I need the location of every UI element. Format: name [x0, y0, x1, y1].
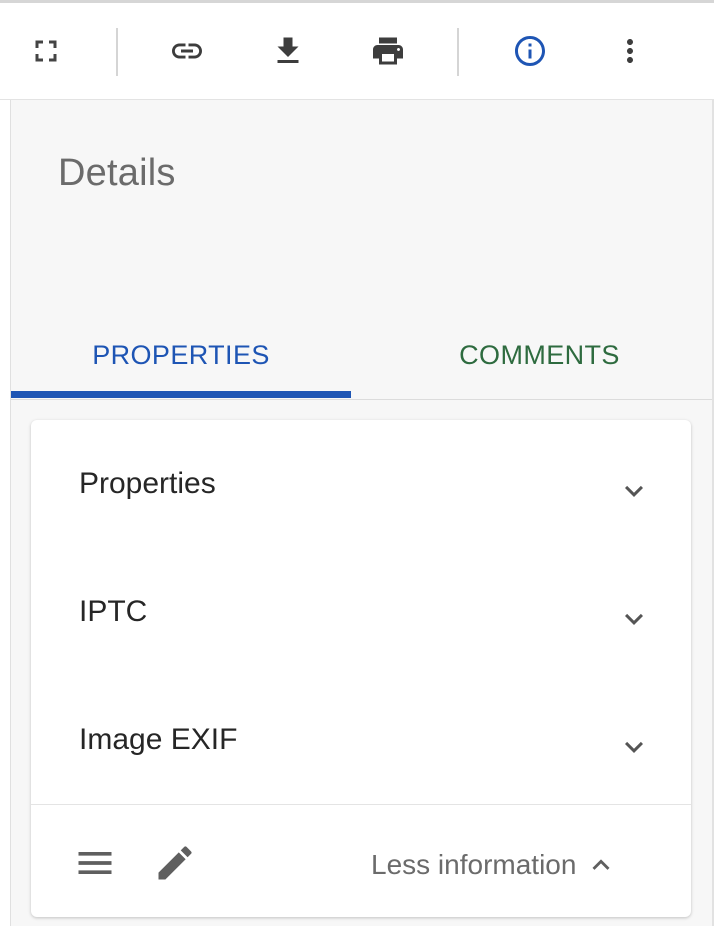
- section-properties[interactable]: Properties: [31, 420, 691, 548]
- link-icon: [172, 43, 202, 59]
- edit-button[interactable]: [153, 841, 197, 885]
- section-label: IPTC: [79, 595, 148, 628]
- edit-icon: [158, 846, 192, 880]
- chevron-down-icon: [625, 741, 643, 753]
- chevron-up-icon: [592, 859, 610, 870]
- print-button[interactable]: [364, 27, 412, 75]
- viewer-toolbar: [0, 3, 714, 100]
- details-tabs: PROPERTIES COMMENTS: [11, 313, 713, 400]
- section-iptc[interactable]: IPTC: [31, 548, 691, 676]
- download-button[interactable]: [264, 27, 312, 75]
- more-options-button[interactable]: [606, 27, 654, 75]
- less-information-label: Less information: [371, 849, 577, 880]
- menu-icon: [78, 852, 112, 874]
- chevron-down-icon: [625, 485, 643, 497]
- section-label: Image EXIF: [79, 723, 238, 756]
- fullscreen-icon: [35, 40, 57, 62]
- less-information-toggle[interactable]: Less information: [371, 845, 618, 885]
- card-footer: Less information: [31, 804, 691, 918]
- more-vertical-icon: [627, 39, 633, 63]
- active-tab-indicator: [11, 391, 351, 398]
- panel-title: Details: [58, 152, 176, 194]
- properties-card: Properties IPTC Image EXIF Less informat…: [31, 420, 691, 917]
- tab-properties[interactable]: PROPERTIES: [11, 313, 351, 397]
- print-icon: [373, 37, 403, 65]
- toolbar-divider: [457, 28, 459, 76]
- section-label: Properties: [79, 467, 216, 500]
- section-image-exif[interactable]: Image EXIF: [31, 676, 691, 804]
- share-link-button[interactable]: [163, 27, 211, 75]
- tab-comments[interactable]: COMMENTS: [366, 313, 713, 397]
- download-icon: [277, 37, 299, 63]
- info-button[interactable]: [506, 27, 554, 75]
- info-icon: [515, 36, 545, 66]
- details-panel: Details PROPERTIES COMMENTS Properties I…: [10, 100, 713, 926]
- chevron-down-icon: [625, 613, 643, 625]
- toolbar-divider: [116, 28, 118, 76]
- fullscreen-button[interactable]: [22, 27, 70, 75]
- menu-button[interactable]: [73, 841, 117, 885]
